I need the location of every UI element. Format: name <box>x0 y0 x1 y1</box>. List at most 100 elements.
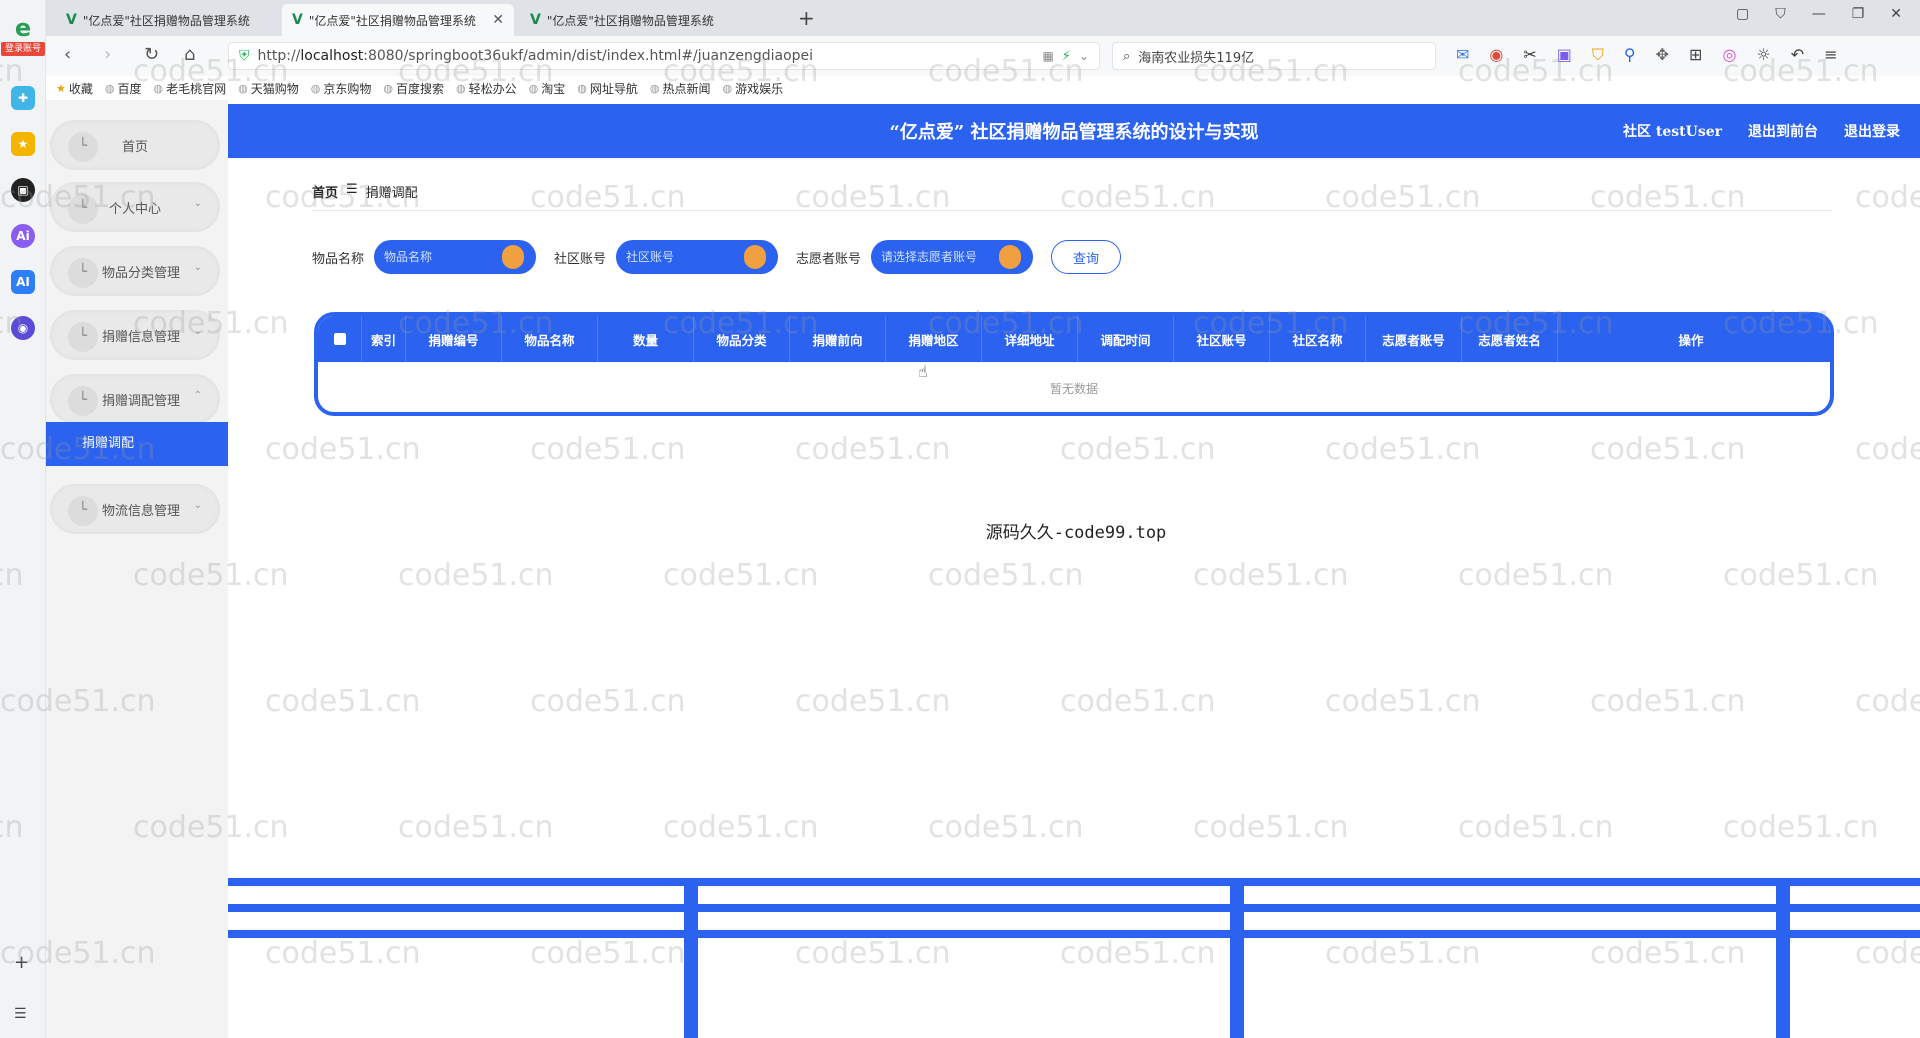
tab-close-icon[interactable]: ✕ <box>492 12 504 28</box>
column-header: 社区账号 <box>1174 316 1270 362</box>
dock-login-badge[interactable]: 登录账号 <box>1 42 45 56</box>
column-header: 志愿者姓名 <box>1462 316 1558 362</box>
globe-icon: ◍ <box>528 81 539 95</box>
back-to-frontend-link[interactable]: 退出到前台 <box>1748 121 1818 141</box>
skin-icon[interactable]: ⛉ <box>1775 6 1786 22</box>
minimize-icon[interactable]: — <box>1812 6 1826 22</box>
watermark-text: code51.cn <box>928 810 1084 845</box>
item-name-field[interactable] <box>374 240 537 274</box>
apps-grid-icon[interactable]: ⊞ <box>1689 45 1702 65</box>
tab-count-icon[interactable]: ▢ <box>1736 6 1749 22</box>
watermark-text: code51.cn <box>1458 810 1614 845</box>
search-box[interactable]: ⌕ 海南农业损失119亿 <box>1112 42 1436 70</box>
url-text[interactable]: http://localhost:8080/springboot36ukf/ad… <box>258 48 1035 64</box>
mail-icon[interactable]: ✉ <box>1456 45 1469 65</box>
menu-item-home[interactable]: └ 首页 <box>50 120 220 170</box>
close-window-icon[interactable]: ✕ <box>1890 6 1902 22</box>
url-dropdown-icon[interactable]: ⌄ <box>1079 49 1089 63</box>
weibo-icon[interactable]: ◉ <box>1489 45 1503 65</box>
footer-bar <box>228 878 1920 886</box>
dock-game-icon[interactable]: ◉ <box>11 316 35 340</box>
submenu-item-donation-allocation[interactable]: 捐赠调配 <box>46 422 228 466</box>
home-icon[interactable]: ⌂ <box>184 44 195 65</box>
input-knob-icon <box>744 245 767 269</box>
bookmark-item[interactable]: ◍ 网址导航 <box>577 80 638 97</box>
dock-list-icon[interactable]: ☰ <box>14 1006 27 1022</box>
query-button[interactable]: 查询 <box>1051 240 1122 274</box>
dock-app-icon[interactable]: ✚ <box>11 86 35 110</box>
translate-icon[interactable]: ▣ <box>1557 45 1572 65</box>
menu-icon-placeholder: └ <box>68 386 98 416</box>
menu-item-donation-allocation[interactable]: └ 捐赠调配管理 ⌃ <box>50 374 220 424</box>
bookmark-item[interactable]: ◍ 百度搜索 <box>383 80 444 97</box>
compat-mode-icon[interactable]: ▦ <box>1042 49 1053 63</box>
dock-star-icon[interactable]: ★ <box>11 132 35 156</box>
globe-icon: ◍ <box>238 81 248 95</box>
item-name-input[interactable] <box>378 244 501 270</box>
breadcrumb: 首页 ☰ 捐赠调配 <box>312 182 418 201</box>
globe-icon: ◍ <box>649 81 660 95</box>
checkbox-icon[interactable] <box>333 333 346 345</box>
community-account-field[interactable] <box>616 240 779 274</box>
column-header: 详细地址 <box>982 316 1078 362</box>
footer-post <box>1776 886 1790 1038</box>
scissors-icon[interactable]: ✂ <box>1523 45 1536 65</box>
watermark-text: code51.cn <box>928 558 1084 593</box>
browser-tab[interactable]: V "亿点爱"社区捐赠物品管理系统 <box>520 4 752 36</box>
breadcrumb-current: 捐赠调配 <box>365 186 418 201</box>
dock-add-icon[interactable]: + <box>14 952 29 973</box>
menu-item-donation-info[interactable]: └ 捐赠信息管理 ⌄ <box>50 310 220 360</box>
bookmark-label: 收藏 <box>68 81 93 96</box>
watermark-text: code51.cn <box>530 432 686 467</box>
community-account-input[interactable] <box>620 244 743 270</box>
brightness-icon[interactable]: ☼ <box>1756 45 1770 65</box>
volunteer-account-field[interactable] <box>871 240 1034 274</box>
footer-bar <box>228 930 1920 938</box>
watermark-text: code51.cn <box>530 684 686 719</box>
breadcrumb-home[interactable]: 首页 <box>312 182 338 201</box>
logout-link[interactable]: 退出登录 <box>1844 121 1900 141</box>
restore-icon[interactable]: ❐ <box>1852 6 1865 22</box>
dock-ai-icon[interactable]: Ai <box>11 224 35 248</box>
menu-icon[interactable]: ≡ <box>1824 45 1837 65</box>
bookmark-item[interactable]: ◍ 游戏娱乐 <box>723 80 784 97</box>
address-bar[interactable]: ⛨ http://localhost:8080/springboot36ukf/… <box>228 42 1100 70</box>
menu-item-personal-center[interactable]: └ 个人中心 ⌄ <box>50 182 220 232</box>
shield-ext-icon[interactable]: ⛉ <box>1592 45 1604 65</box>
breadcrumb-divider <box>312 210 1832 211</box>
bookmark-item[interactable]: ◍ 轻松办公 <box>456 80 517 97</box>
browser-tab-active[interactable]: V "亿点爱"社区捐赠物品管理系统 ✕ <box>282 4 514 36</box>
browser-logo-icon[interactable]: e <box>8 14 38 42</box>
bookmark-item[interactable]: ◍ 京东购物 <box>311 80 372 97</box>
bookmark-item[interactable]: ◍ 老毛桃官网 <box>154 80 227 97</box>
globe-icon: ◍ <box>153 81 164 95</box>
browser-tab[interactable]: V "亿点爱"社区捐赠物品管理系统 <box>56 4 288 36</box>
bookmark-item[interactable]: ◍ 天猫购物 <box>238 80 299 97</box>
speed-mode-icon[interactable]: ⚡ <box>1062 49 1071 64</box>
filter-label-item-name: 物品名称 <box>312 251 365 267</box>
menu-icon-placeholder: └ <box>68 322 98 352</box>
new-tab-button[interactable]: + <box>798 6 815 30</box>
back-icon[interactable]: ‹ <box>64 44 71 65</box>
column-header: 捐赠编号 <box>406 316 502 362</box>
search-ext-icon[interactable]: ⚲ <box>1624 45 1636 65</box>
globe-icon: ◍ <box>104 81 115 95</box>
volunteer-account-select[interactable] <box>875 244 998 270</box>
bookmark-item[interactable]: ◍ 热点新闻 <box>650 80 711 97</box>
puzzle-icon[interactable]: ✥ <box>1656 45 1669 65</box>
dock-chat-icon[interactable]: ▣ <box>11 178 35 202</box>
bookmark-label: 百度搜索 <box>396 81 445 96</box>
color-icon[interactable]: ◎ <box>1722 45 1736 65</box>
bookmark-item[interactable]: ★ 收藏 <box>56 80 93 97</box>
bookmark-item[interactable]: ◍ 淘宝 <box>529 80 566 97</box>
forward-icon[interactable]: › <box>104 44 111 65</box>
watermark-text: code51.cn <box>1060 684 1216 719</box>
select-all-checkbox[interactable] <box>318 316 362 362</box>
bookmark-label: 百度 <box>117 81 142 96</box>
watermark-text: code51.cn <box>1590 432 1746 467</box>
bookmark-item[interactable]: ◍ 百度 <box>105 80 142 97</box>
undo-icon[interactable]: ↶ <box>1791 45 1804 65</box>
dock-ai2-icon[interactable]: AI <box>11 270 35 294</box>
reload-icon[interactable]: ↻ <box>144 44 159 65</box>
menu-item-category-management[interactable]: └ 物品分类管理 ⌄ <box>50 246 220 296</box>
